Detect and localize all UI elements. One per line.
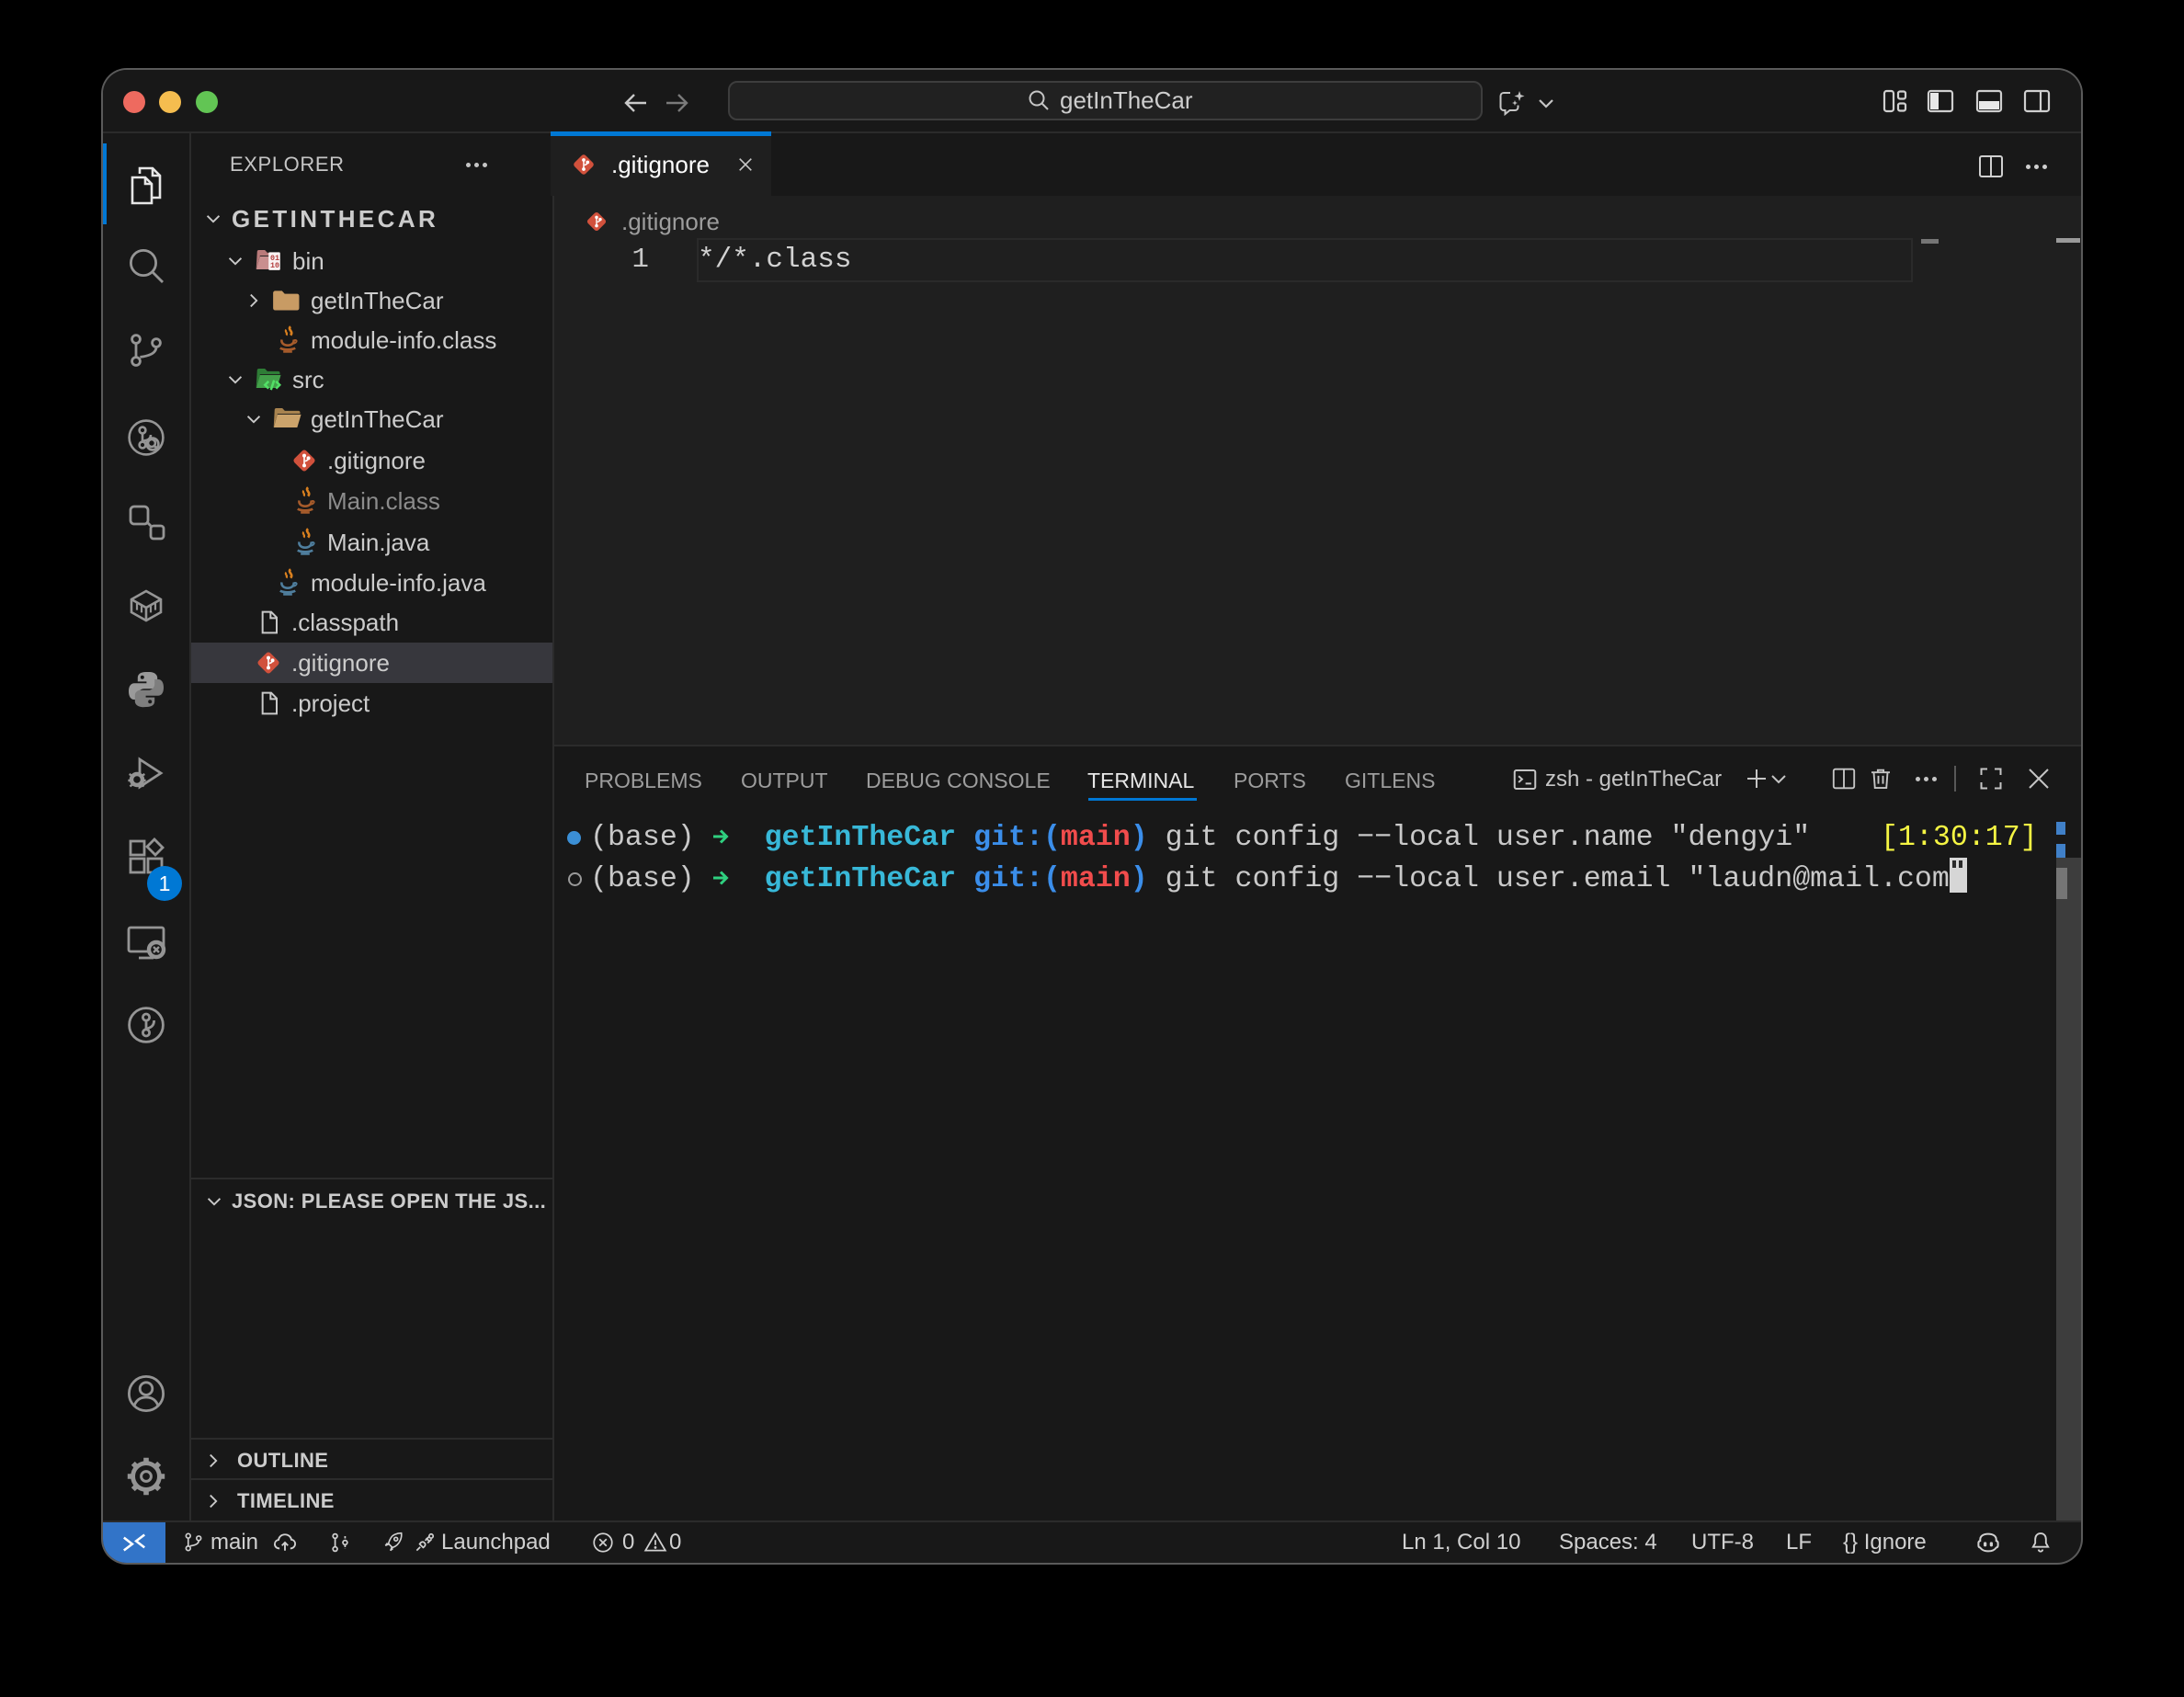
svg-text:10: 10	[270, 261, 279, 270]
